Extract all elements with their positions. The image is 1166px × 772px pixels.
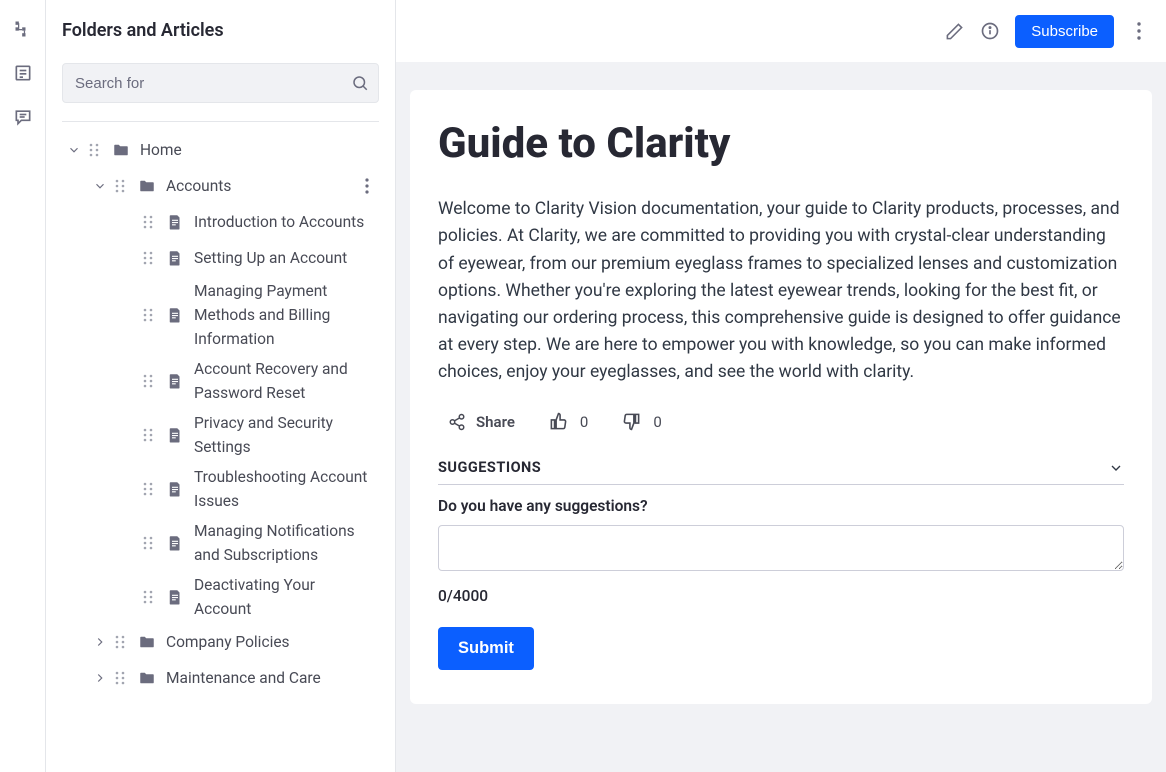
drag-handle-icon[interactable] — [112, 179, 128, 193]
tree-article[interactable]: Troubleshooting Account Issues — [62, 462, 379, 516]
document-icon — [164, 426, 186, 444]
nav-rail — [0, 0, 46, 772]
tree-folder-maintenance[interactable]: Maintenance and Care — [62, 660, 379, 696]
kebab-icon[interactable] — [355, 178, 379, 194]
tree-icon[interactable] — [12, 18, 34, 40]
toolbar: Subscribe — [396, 0, 1166, 62]
downvote-count: 0 — [653, 413, 661, 431]
suggestions-header[interactable]: SUGGESTIONS — [438, 459, 1124, 485]
search-input[interactable] — [62, 63, 379, 103]
folder-icon — [136, 669, 158, 687]
folder-icon — [110, 141, 132, 159]
upvote-count: 0 — [580, 413, 588, 431]
sidebar: Folders and Articles Home — [46, 0, 396, 772]
chevron-down-icon[interactable] — [62, 143, 86, 157]
chevron-down-icon — [1108, 460, 1124, 476]
drag-handle-icon[interactable] — [140, 251, 156, 265]
submit-button[interactable]: Submit — [438, 627, 534, 670]
kebab-icon[interactable] — [1128, 20, 1150, 42]
share-icon — [448, 413, 466, 431]
subscribe-button[interactable]: Subscribe — [1015, 15, 1114, 48]
suggestions-textarea[interactable] — [438, 525, 1124, 571]
drag-handle-icon[interactable] — [86, 143, 102, 157]
tree-label: Home — [140, 138, 379, 162]
tree-label: Maintenance and Care — [166, 666, 379, 690]
folder-tree: Home Accounts Introducti — [62, 132, 379, 696]
article-body: Welcome to Clarity Vision documentation,… — [438, 196, 1124, 386]
document-icon — [164, 534, 186, 552]
drag-handle-icon[interactable] — [140, 374, 156, 388]
tree-folder-accounts[interactable]: Accounts — [62, 168, 379, 204]
article-card: Guide to Clarity Welcome to Clarity Visi… — [410, 90, 1152, 704]
upvote-button[interactable]: 0 — [549, 412, 588, 431]
share-button[interactable]: Share — [448, 413, 515, 431]
tree-label: Managing Payment Methods and Billing Inf… — [194, 279, 379, 351]
tree-label: Setting Up an Account — [194, 246, 379, 270]
document-icon — [164, 480, 186, 498]
page-icon[interactable] — [12, 62, 34, 84]
drag-handle-icon[interactable] — [140, 215, 156, 229]
folder-icon — [136, 633, 158, 651]
document-icon — [164, 249, 186, 267]
document-icon — [164, 372, 186, 390]
document-icon — [164, 588, 186, 606]
drag-handle-icon[interactable] — [140, 590, 156, 604]
tree-label: Accounts — [166, 174, 355, 198]
drag-handle-icon[interactable] — [140, 482, 156, 496]
char-counter: 0/4000 — [438, 587, 1124, 605]
sidebar-title: Folders and Articles — [62, 20, 379, 41]
tree-folder-company-policies[interactable]: Company Policies — [62, 624, 379, 660]
drag-handle-icon[interactable] — [112, 635, 128, 649]
tree-label: Company Policies — [166, 630, 379, 654]
downvote-button[interactable]: 0 — [622, 412, 661, 431]
edit-icon[interactable] — [943, 20, 965, 42]
chevron-right-icon[interactable] — [88, 635, 112, 649]
article-actions: Share 0 0 — [438, 412, 1124, 431]
share-label: Share — [476, 413, 515, 431]
tree-label: Introduction to Accounts — [194, 210, 379, 234]
tree-label: Account Recovery and Password Reset — [194, 357, 379, 405]
document-icon — [164, 306, 186, 324]
tree-article[interactable]: Deactivating Your Account — [62, 570, 379, 624]
drag-handle-icon[interactable] — [112, 671, 128, 685]
chevron-down-icon[interactable] — [88, 179, 112, 193]
tree-folder-home[interactable]: Home — [62, 132, 379, 168]
tree-label: Troubleshooting Account Issues — [194, 465, 379, 513]
thumbs-down-icon — [622, 412, 641, 431]
search-box — [62, 63, 379, 103]
suggestions-header-label: SUGGESTIONS — [438, 459, 541, 476]
drag-handle-icon[interactable] — [140, 428, 156, 442]
tree-article[interactable]: Account Recovery and Password Reset — [62, 354, 379, 408]
main-area: Subscribe Guide to Clarity Welcome to Cl… — [396, 0, 1166, 772]
content-scroll[interactable]: Guide to Clarity Welcome to Clarity Visi… — [396, 62, 1166, 772]
document-icon — [164, 213, 186, 231]
thumbs-up-icon — [549, 412, 568, 431]
divider — [62, 121, 379, 122]
drag-handle-icon[interactable] — [140, 536, 156, 550]
chevron-right-icon[interactable] — [88, 671, 112, 685]
tree-label: Deactivating Your Account — [194, 573, 379, 621]
drag-handle-icon[interactable] — [140, 308, 156, 322]
tree-label: Privacy and Security Settings — [194, 411, 379, 459]
article-title: Guide to Clarity — [438, 120, 1124, 168]
tree-article[interactable]: Managing Payment Methods and Billing Inf… — [62, 276, 379, 354]
info-icon[interactable] — [979, 20, 1001, 42]
tree-article[interactable]: Setting Up an Account — [62, 240, 379, 276]
tree-article[interactable]: Managing Notifications and Subscriptions — [62, 516, 379, 570]
tree-article[interactable]: Introduction to Accounts — [62, 204, 379, 240]
suggestions-prompt: Do you have any suggestions? — [438, 497, 1124, 515]
comment-icon[interactable] — [12, 106, 34, 128]
search-icon[interactable] — [351, 74, 369, 92]
tree-label: Managing Notifications and Subscriptions — [194, 519, 379, 567]
folder-icon — [136, 177, 158, 195]
tree-article[interactable]: Privacy and Security Settings — [62, 408, 379, 462]
